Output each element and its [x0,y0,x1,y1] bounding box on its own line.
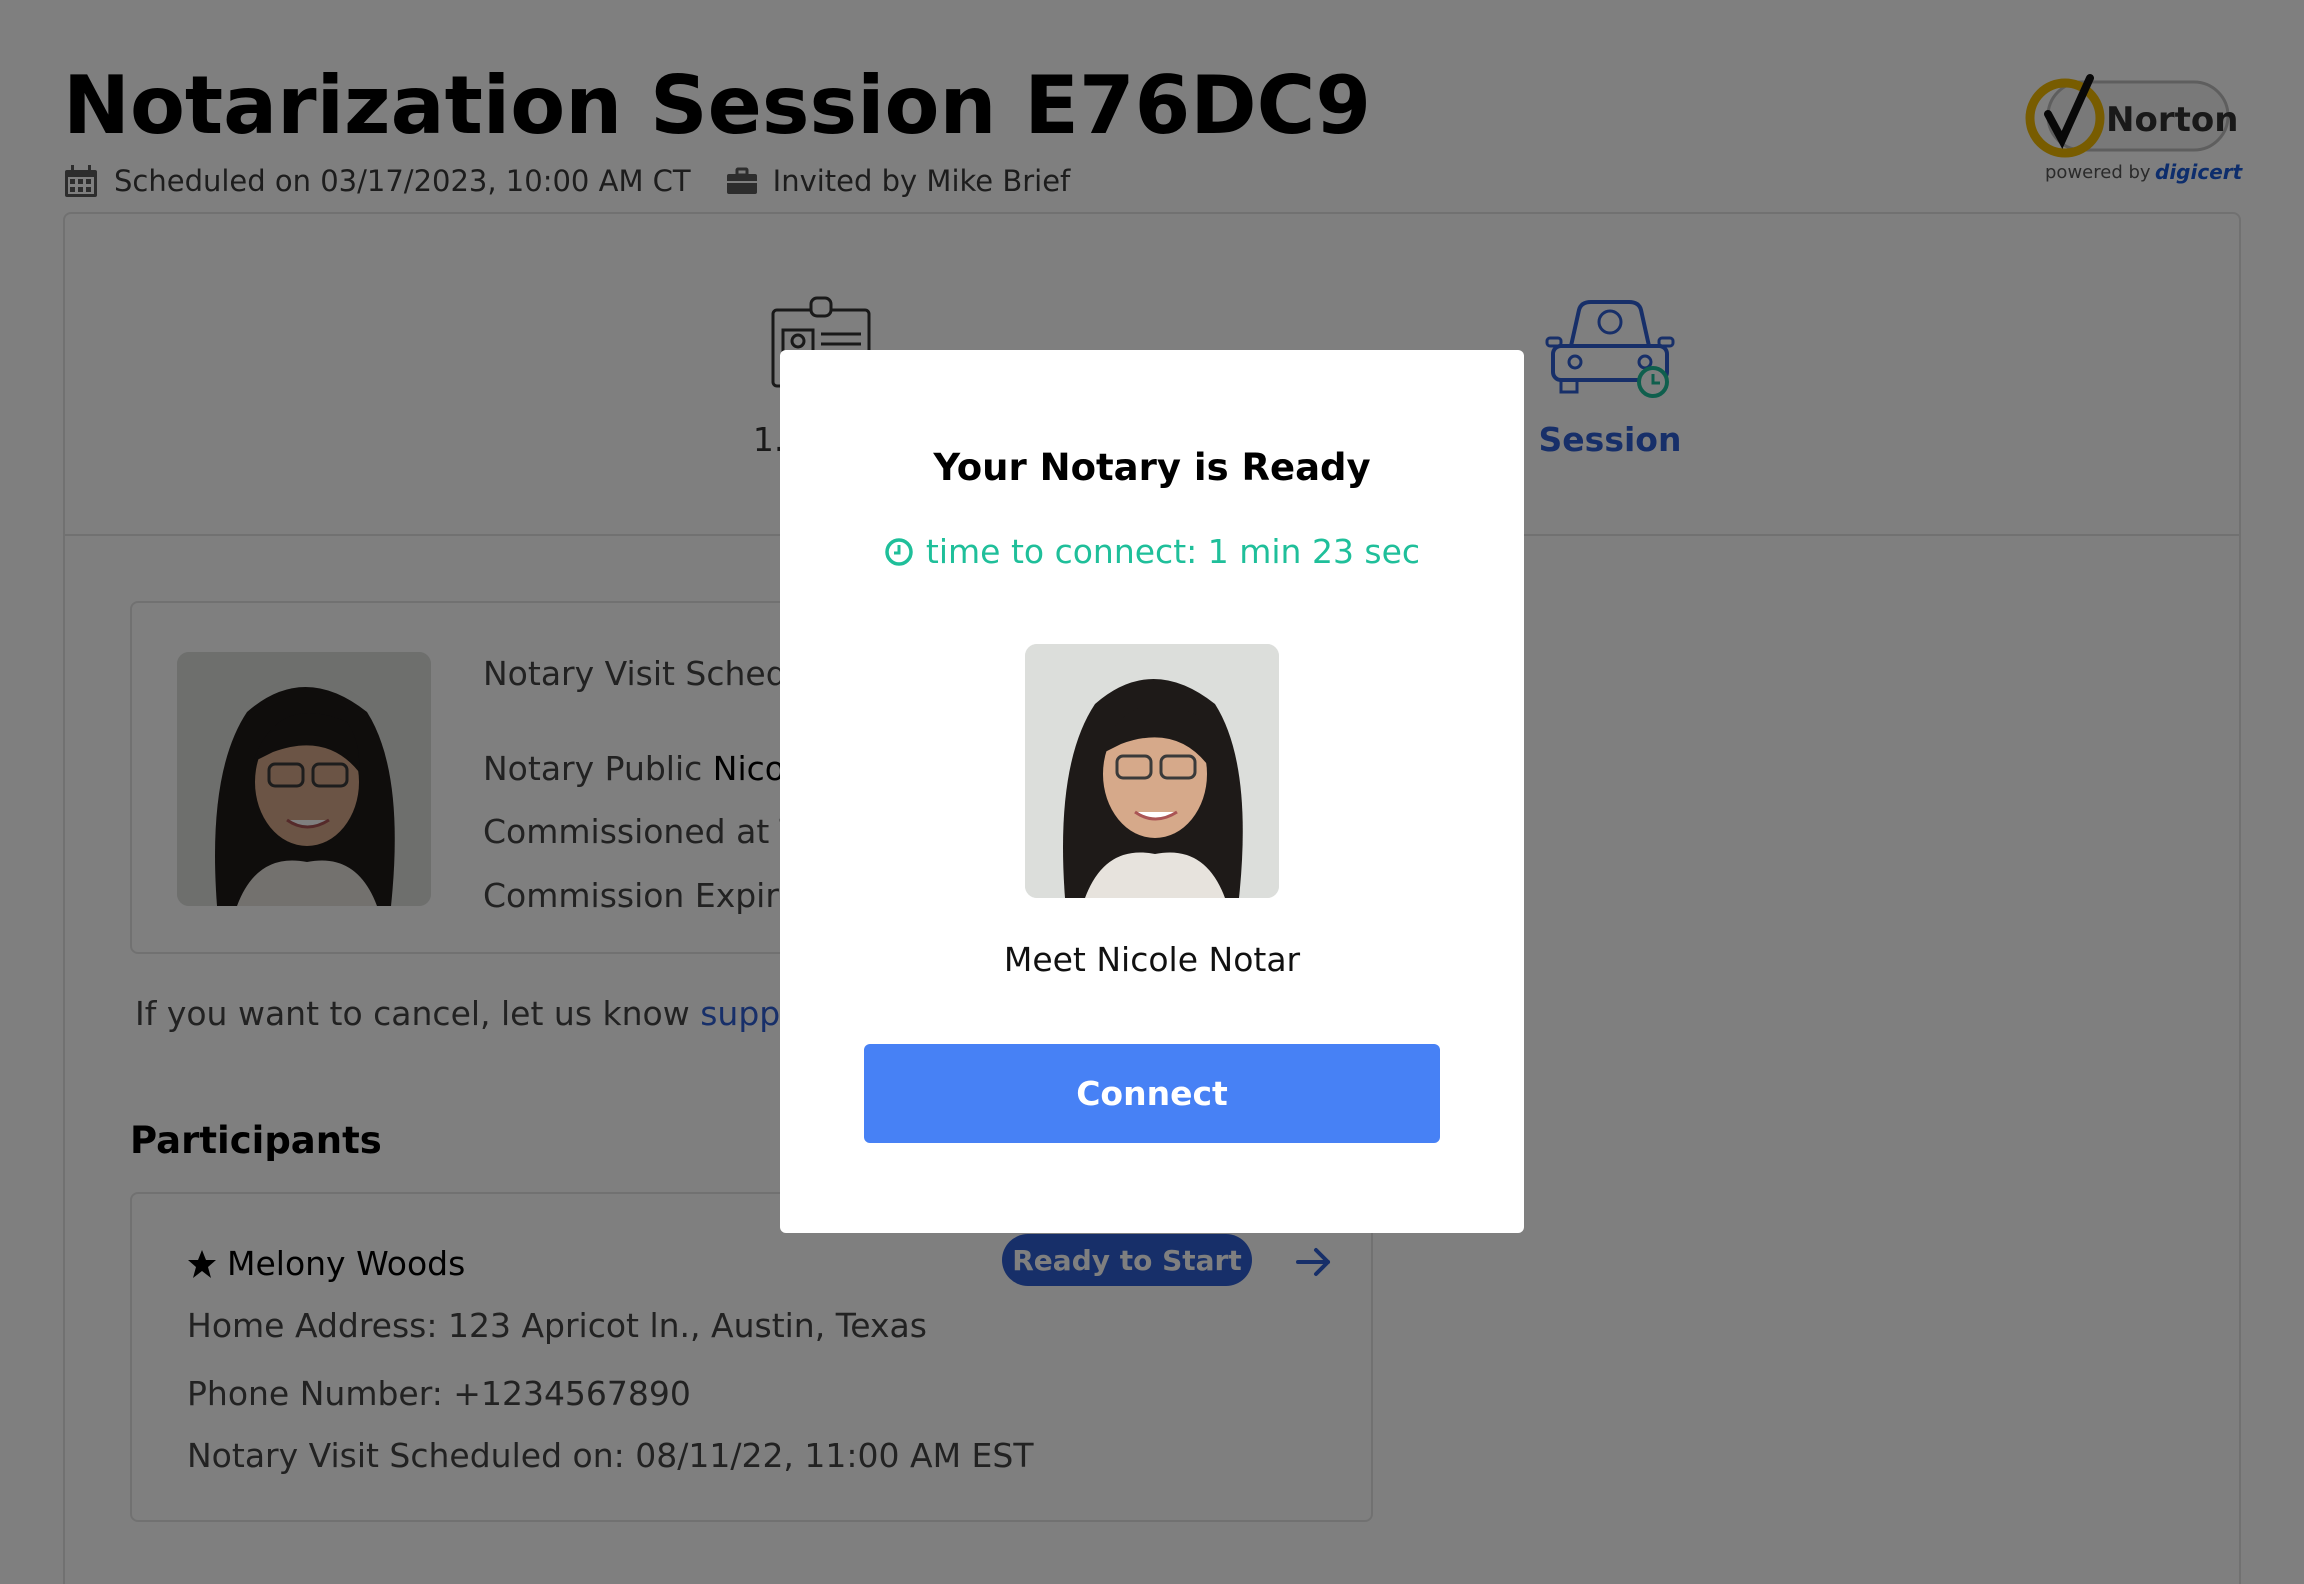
notary-ready-modal: Your Notary is Ready time to connect: 1 … [780,350,1524,1233]
modal-title: Your Notary is Ready [933,446,1371,489]
timer-text: time to connect: 1 min 23 sec [925,532,1421,571]
connect-button[interactable]: Connect [864,1044,1440,1143]
modal-notary-avatar [1025,644,1279,898]
notary-portrait-icon [1025,644,1279,898]
connect-timer: time to connect: 1 min 23 sec [780,532,1524,571]
meet-notary-text: Meet Nicole Notar [1003,940,1301,979]
clock-icon [885,537,913,566]
